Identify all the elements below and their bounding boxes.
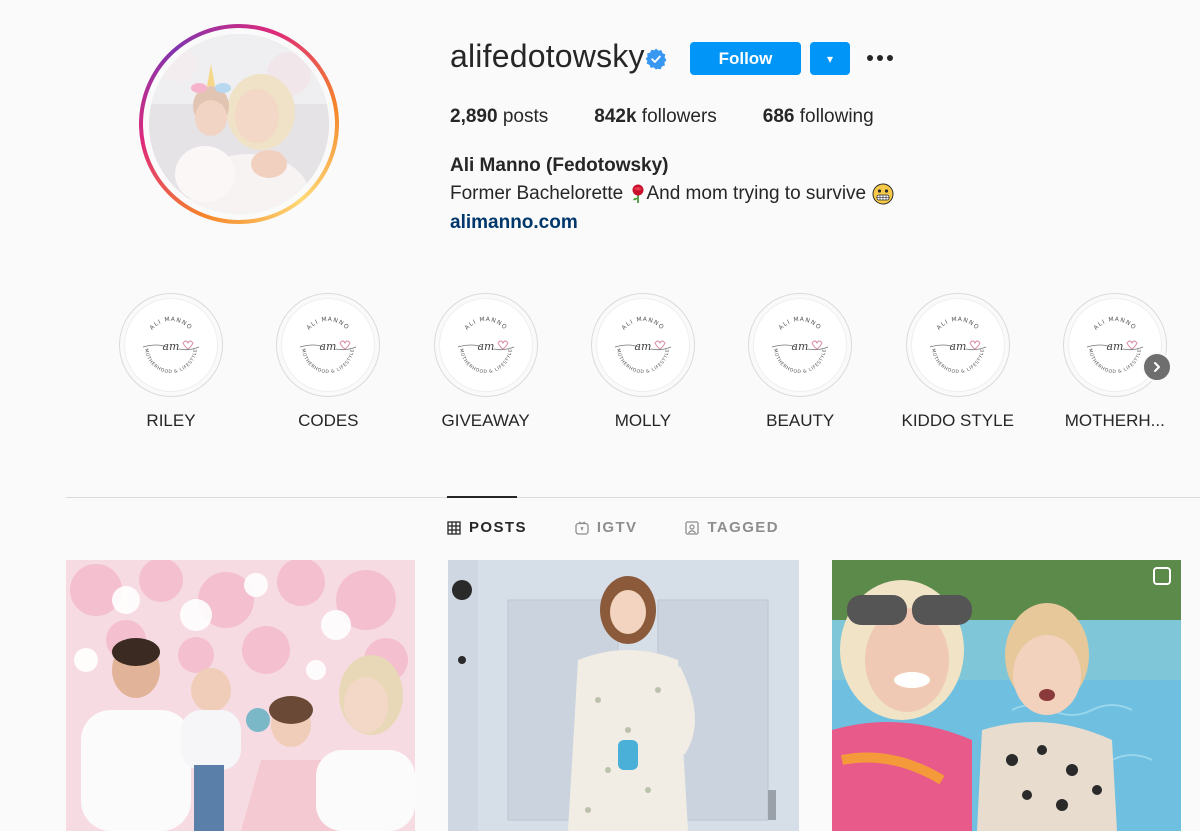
- profile-full-name: Ali Manno (Fedotowsky): [450, 155, 669, 176]
- highlight-label: MOLLY: [614, 411, 672, 430]
- tagged-icon: [685, 520, 700, 535]
- highlight-logo-icon: ALI MANNOamMOTHERHOOD & LIFESTYLE: [929, 316, 986, 375]
- svg-text:am: am: [634, 340, 651, 353]
- svg-text:am: am: [163, 340, 180, 353]
- highlight-cover: ALI MANNO am MOTHERHOOD & LIFESTYLE: [119, 293, 223, 397]
- svg-text:ALI MANNO: ALI MANNO: [935, 316, 980, 332]
- highlight-cover: ALI MANNO am MOTHERHOOD & LIFESTYLE: [905, 293, 1010, 397]
- active-tab-indicator: [447, 496, 517, 498]
- profile-tabs: POSTS IGTV TAGGED: [447, 519, 827, 536]
- svg-text:ALI MANNO: ALI MANNO: [620, 316, 665, 332]
- rose-emoji-icon: [632, 184, 644, 203]
- highlight-label: RILEY: [146, 411, 196, 430]
- verified-badge-icon: [645, 48, 667, 70]
- more-options-icon: [867, 55, 893, 61]
- svg-text:am: am: [477, 340, 494, 353]
- avatar: [149, 34, 329, 214]
- highlight-logo-icon: ALI MANNOamMOTHERHOOD & LIFESTYLE: [300, 316, 357, 375]
- tab-posts[interactable]: POSTS: [447, 519, 527, 536]
- svg-text:am: am: [949, 340, 966, 353]
- highlight-label: MOTHERH...: [1064, 411, 1165, 430]
- profile-username: alifedotowsky: [450, 38, 645, 74]
- profile-stats: 2,890 posts 842k followers 686 following: [450, 106, 920, 128]
- grid-icon: [447, 520, 461, 535]
- post-thumbnail[interactable]: [832, 560, 1181, 831]
- highlight-logo-icon: ALI MANNOamMOTHERHOOD & LIFESTYLE: [142, 316, 200, 375]
- tab-igtv[interactable]: IGTV: [575, 519, 638, 536]
- grimacing-face-emoji-icon: [872, 183, 894, 205]
- suggested-accounts-dropdown-button[interactable]: ▾: [810, 42, 850, 75]
- svg-text:ALI MANNO: ALI MANNO: [778, 316, 823, 332]
- following-link[interactable]: 686 following: [763, 106, 874, 128]
- highlight-cover: ALI MANNO am MOTHERHOOD & LIFESTYLE: [433, 293, 538, 397]
- highlight-logo-icon: ALI MANNOamMOTHERHOOD & LIFESTYLE: [772, 316, 829, 375]
- chevron-right-icon: [1154, 362, 1160, 372]
- svg-text:am: am: [320, 340, 337, 353]
- highlight-logo-icon: ALI MANNOamMOTHERHOOD & LIFESTYLE: [457, 316, 514, 375]
- posts-count: 2,890 posts: [450, 106, 549, 127]
- svg-text:ALI MANNO: ALI MANNO: [463, 316, 508, 332]
- followers-link[interactable]: 842k followers: [594, 106, 717, 128]
- tab-tagged[interactable]: TAGGED: [685, 519, 778, 536]
- svg-text:ALI MANNO: ALI MANNO: [306, 316, 351, 332]
- profile-bio: Former Bachelorette And mom trying to su…: [450, 183, 894, 205]
- svg-text:ALI MANNO: ALI MANNO: [1092, 316, 1137, 332]
- highlight-riley[interactable]: ALI MANNO am MOTHERHOOD & LIFESTYLE RILEY: [115, 293, 227, 431]
- highlight-label: BEAUTY: [766, 411, 835, 430]
- highlight-codes[interactable]: ALI MANNO am MOTHERHOOD & LIFESTYLE CODES: [272, 293, 384, 431]
- tabs-divider: [66, 497, 1200, 498]
- profile-avatar-story-ring[interactable]: [139, 24, 339, 224]
- post-thumbnail[interactable]: [448, 560, 799, 831]
- post-image: [832, 560, 1181, 831]
- svg-text:ALI MANNO: ALI MANNO: [148, 316, 193, 332]
- highlight-kiddo-style[interactable]: ALI MANNO am MOTHERHOOD & LIFESTYLE KIDDO S…: [902, 293, 1014, 431]
- post-image: [448, 560, 799, 831]
- follow-button[interactable]: Follow: [690, 42, 801, 75]
- highlight-cover: ALI MANNO am MOTHERHOOD & LIFESTYLE: [748, 293, 853, 397]
- svg-text:am: am: [1106, 340, 1123, 353]
- highlight-cover: ALI MANNO am MOTHERHOOD & LIFESTYLE: [1062, 293, 1167, 397]
- highlight-label: KIDDO STYLE: [901, 411, 1014, 430]
- highlight-giveaway[interactable]: ALI MANNO am MOTHERHOOD & LIFESTYLE GIVEAWA…: [430, 293, 542, 431]
- story-highlights: ALI MANNO am MOTHERHOOD & LIFESTYLE RILEY AL…: [112, 293, 1192, 443]
- post-thumbnail[interactable]: [66, 560, 415, 831]
- highlights-next-button[interactable]: [1142, 352, 1172, 382]
- highlight-label: CODES: [298, 411, 359, 430]
- highlight-beauty[interactable]: ALI MANNO am MOTHERHOOD & LIFESTYLE BEAUTY: [744, 293, 856, 431]
- highlight-cover: ALI MANNO am MOTHERHOOD & LIFESTYLE: [590, 293, 695, 397]
- highlight-label: GIVEAWAY: [441, 411, 530, 430]
- highlight-logo-icon: ALI MANNOamMOTHERHOOD & LIFESTYLE: [614, 316, 672, 375]
- more-options-button[interactable]: [862, 44, 898, 72]
- svg-text:am: am: [792, 340, 809, 353]
- highlight-cover: ALI MANNO am MOTHERHOOD & LIFESTYLE: [276, 293, 381, 397]
- highlight-molly[interactable]: ALI MANNO am MOTHERHOOD & LIFESTYLE MOLLY: [587, 293, 699, 431]
- profile-website-link[interactable]: alimanno.com: [450, 212, 578, 234]
- igtv-icon: [575, 520, 589, 535]
- post-image: [66, 560, 415, 831]
